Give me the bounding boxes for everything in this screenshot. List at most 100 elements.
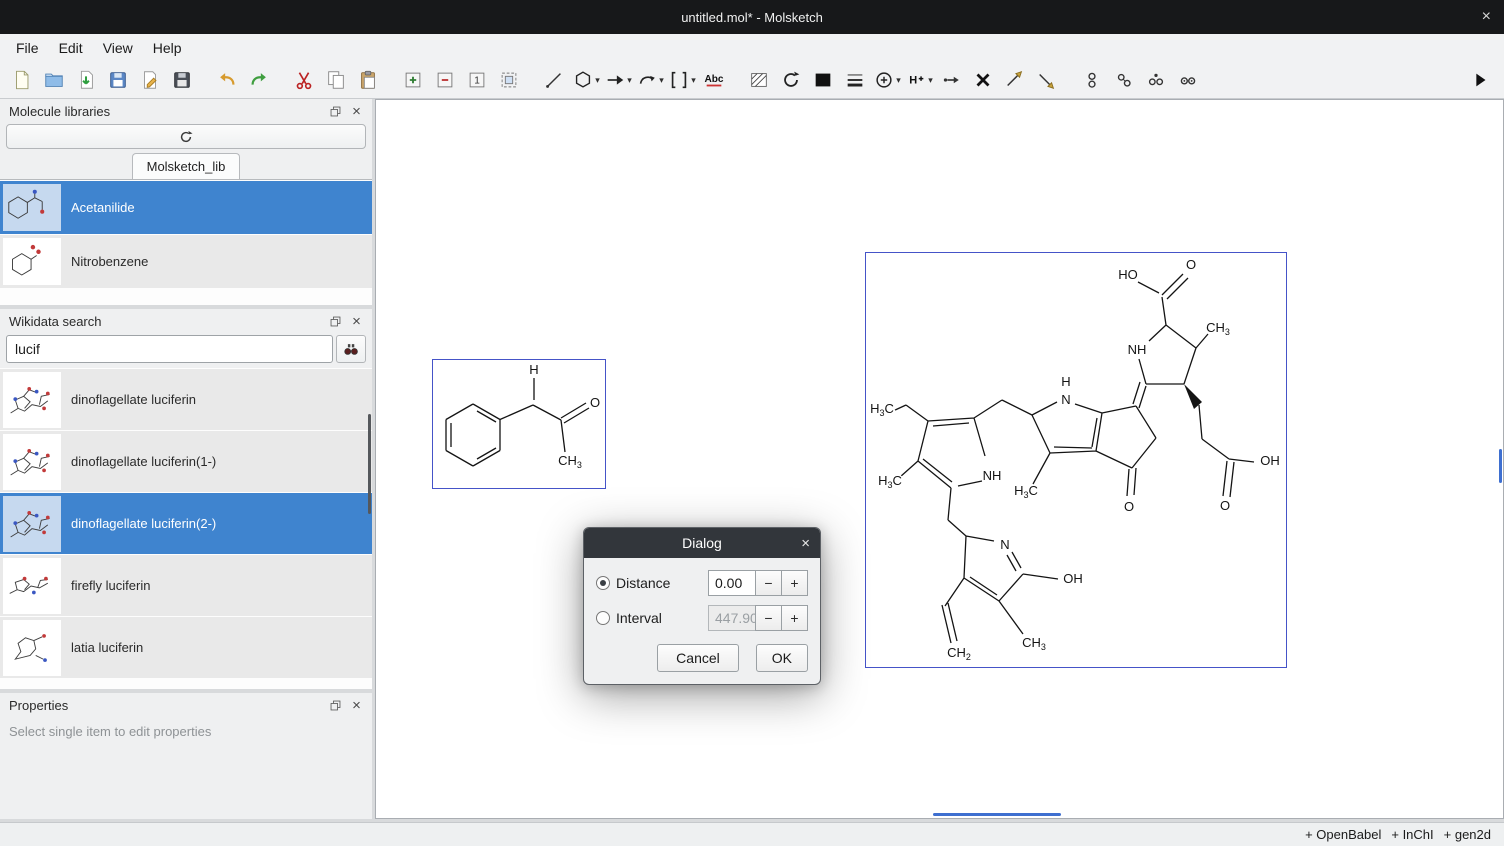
close-panel-icon[interactable]: × [348,104,365,119]
wikidata-item-label: firefly luciferin [71,578,150,593]
line-width-button[interactable] [839,65,871,95]
delete-button[interactable] [967,65,999,95]
draw-ring-button[interactable]: ▾ [570,65,602,95]
remove-hydrogen-button[interactable] [935,65,967,95]
distance-decrement-button[interactable]: − [755,570,782,596]
copy-button[interactable] [320,65,352,95]
wikidata-item[interactable]: dinoflagellate luciferin [0,369,372,430]
dialog-close-icon[interactable]: × [801,528,810,558]
molecule-tool-2-button[interactable] [1108,65,1140,95]
cancel-button[interactable]: Cancel [657,644,739,672]
zoom-in-button[interactable] [397,65,429,95]
dropdown-arrow-icon[interactable]: ▾ [595,75,600,86]
toolbar-group [211,65,275,95]
zoom-out-button[interactable] [429,65,461,95]
float-panel-icon[interactable] [327,698,344,713]
zoom-original-button[interactable]: 1 [461,65,493,95]
window-close-icon[interactable]: × [1482,0,1491,34]
atom-label: H [1061,374,1070,389]
import-file-button[interactable] [70,65,102,95]
wikidata-item[interactable]: dinoflagellate luciferin(1-) [0,431,372,492]
dialog-titlebar[interactable]: Dialog × [584,528,820,558]
menu-file[interactable]: File [6,37,49,59]
wikidata-search-button[interactable] [336,335,366,363]
save-file-button[interactable] [102,65,134,95]
interval-decrement-button[interactable]: − [755,605,782,631]
molecule-tool-4-button[interactable] [1172,65,1204,95]
molecule-tool-3-button[interactable] [1140,65,1172,95]
toolbar-overflow-button[interactable] [1464,65,1496,95]
list-scrollbar[interactable] [368,414,371,514]
draw-bracket-button[interactable]: ▾ [666,65,698,95]
zoom-in-icon [402,69,424,91]
undo-button[interactable] [211,65,243,95]
edit-source-button[interactable] [134,65,166,95]
delete-icon [972,69,994,91]
canvas-vscrollbar[interactable] [1499,449,1502,483]
refresh-library-button[interactable] [6,124,366,149]
wikidata-item[interactable]: firefly luciferin [0,555,372,616]
close-panel-icon[interactable]: × [348,314,365,329]
menu-edit[interactable]: Edit [49,37,93,59]
cut-button[interactable] [288,65,320,95]
wikidata-item-selected[interactable]: dinoflagellate luciferin(2-) [0,493,372,554]
molecule-tool-1-button[interactable] [1076,65,1108,95]
menu-help[interactable]: Help [143,37,192,59]
mechanism-arrow-1-button[interactable] [999,65,1031,95]
dropdown-arrow-icon[interactable]: ▾ [896,75,901,86]
interval-input[interactable]: 447.90 [708,605,756,631]
interval-increment-button[interactable]: + [781,605,808,631]
dropdown-arrow-icon[interactable]: ▾ [691,75,696,86]
open-file-button[interactable] [38,65,70,95]
dropdown-arrow-icon[interactable]: ▾ [627,75,632,86]
acetanilide-structure[interactable]: HOCH3 [433,360,605,488]
save-as-button[interactable] [166,65,198,95]
redo-button[interactable] [243,65,275,95]
color-picker-button[interactable] [807,65,839,95]
draw-arrow-button[interactable]: ▾ [602,65,634,95]
add-hydrogen-button[interactable]: H▾ [903,65,935,95]
library-item-acetanilide[interactable]: Acetanilide [0,181,372,234]
float-panel-icon[interactable] [327,314,344,329]
wikidata-item[interactable]: latia luciferin [0,617,372,678]
molecule-tool-1-icon [1081,69,1103,91]
draw-bond-icon [543,69,565,91]
zoom-fit-button[interactable] [493,65,525,95]
canvas-hscrollbar[interactable] [933,813,1061,816]
wikidata-item-label: dinoflagellate luciferin [71,392,196,407]
draw-bond-button[interactable] [538,65,570,95]
close-panel-icon[interactable]: × [348,698,365,713]
paste-button[interactable] [352,65,384,95]
selection-box-luciferin[interactable]: HOOCH3NHH3CHNH3CNHH3COOHONOHCH3CH2 [865,252,1287,668]
distance-input[interactable]: 0.00 [708,570,756,596]
atom-label: O [1124,499,1134,514]
dropdown-arrow-icon[interactable]: ▾ [659,75,664,86]
float-panel-icon[interactable] [327,104,344,119]
dropdown-arrow-icon[interactable]: ▾ [928,75,933,86]
ok-button[interactable]: OK [756,644,808,672]
interval-radio[interactable] [596,611,610,625]
tab-molsketch-lib[interactable]: Molsketch_lib [132,153,241,179]
window-titlebar[interactable]: untitled.mol* - Molsketch × [0,0,1504,34]
atom-label: NH [1128,342,1147,357]
selection-box-acetanilide[interactable]: HOCH3 [432,359,606,489]
menu-view[interactable]: View [93,37,143,59]
remove-hydrogen-icon [940,69,962,91]
library-item-nitrobenzene[interactable]: Nitrobenzene [0,235,372,288]
distance-increment-button[interactable]: + [781,570,808,596]
distance-radio[interactable] [596,576,610,590]
insert-text-button[interactable]: Abc [698,65,730,95]
mechanism-arrow-1-icon [1004,69,1026,91]
drawing-canvas[interactable]: HOCH3 HOOCH3NHH3CHNH3CNHH3COOHONOHCH3CH2… [375,99,1504,819]
mechanism-arrow-2-button[interactable] [1031,65,1063,95]
wikidata-search-input[interactable] [6,335,333,363]
line-width-icon [844,69,866,91]
luciferin-structure[interactable]: HOOCH3NHH3CHNH3CNHH3COOHONOHCH3CH2 [866,253,1286,667]
atom-label: CH3 [1206,320,1230,337]
hatch-pattern-button[interactable] [743,65,775,95]
molecule-tool-3-icon [1145,69,1167,91]
new-document-button[interactable] [6,65,38,95]
rotate-button[interactable] [775,65,807,95]
draw-curved-arrow-button[interactable]: ▾ [634,65,666,95]
charge-button[interactable]: ▾ [871,65,903,95]
